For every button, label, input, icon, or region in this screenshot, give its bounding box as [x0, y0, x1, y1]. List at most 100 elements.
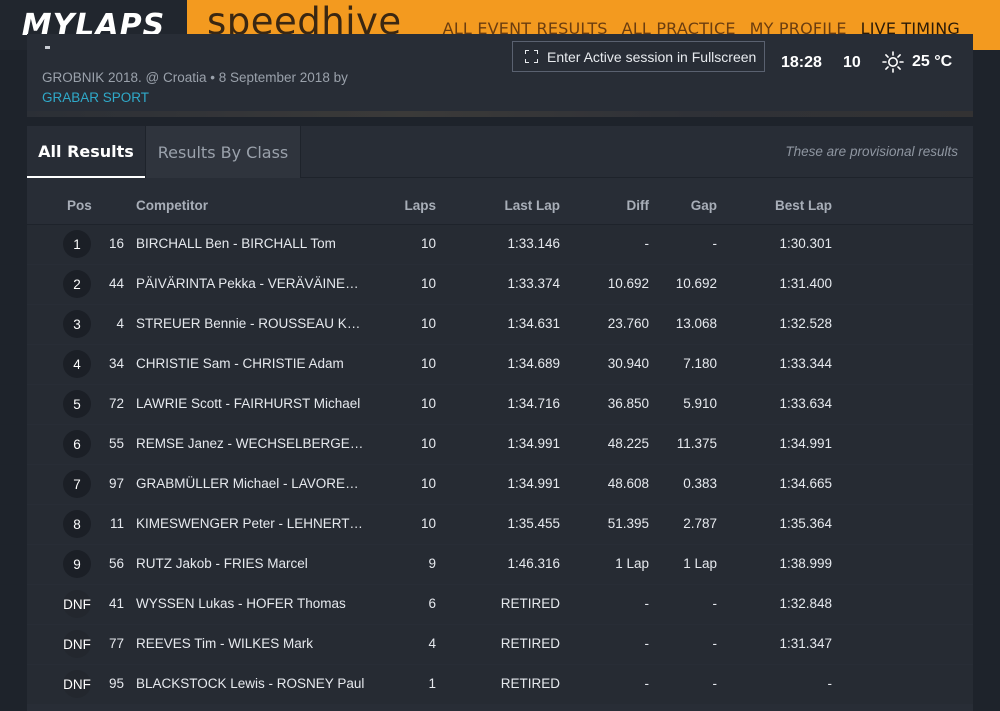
- fullscreen-label: Enter Active session in Fullscreen: [547, 48, 757, 65]
- diff-cell: 48.225: [607, 436, 649, 451]
- table-row[interactable]: 9 56 RUTZ Jakob - FRIES Marcel 9 1:46.316 1 L…: [27, 545, 973, 584]
- best-lap-cell: 1:35.364: [779, 516, 832, 531]
- best-lap-cell: 1:38.999: [779, 556, 832, 571]
- best-lap-cell: 1:31.400: [779, 276, 832, 291]
- position-badge: DNF: [63, 670, 91, 698]
- table-row[interactable]: 1 16 BIRCHALL Ben - BIRCHALL Tom 10 1:33.146…: [27, 225, 973, 264]
- diff-cell: 51.395: [607, 516, 649, 531]
- col-gap[interactable]: Gap: [691, 198, 717, 213]
- tab-all-results[interactable]: All Results: [27, 126, 145, 178]
- competitor-name[interactable]: BLACKSTOCK Lewis - ROSNEY Paul: [136, 676, 366, 691]
- tab-results-by-class[interactable]: Results By Class: [145, 126, 301, 178]
- position-badge: 3: [63, 310, 91, 338]
- diff-cell: 23.760: [607, 316, 649, 331]
- table-row[interactable]: 8 11 KIMESWENGER Peter - LEHNERT Thomas 10 1…: [27, 505, 973, 544]
- best-lap-cell: -: [827, 676, 833, 691]
- last-lap-cell: RETIRED: [500, 596, 560, 611]
- diff-cell: -: [644, 236, 650, 251]
- last-lap-cell: 1:34.991: [507, 436, 560, 451]
- competitor-name[interactable]: REEVES Tim - WILKES Mark: [136, 636, 366, 651]
- last-lap-cell: 1:33.146: [507, 236, 560, 251]
- competitor-name[interactable]: KIMESWENGER Peter - LEHNERT Thomas: [136, 516, 366, 531]
- fullscreen-button[interactable]: Enter Active session in Fullscreen: [512, 41, 765, 72]
- competitor-name[interactable]: RUTZ Jakob - FRIES Marcel: [136, 556, 366, 571]
- laps-cell: 10: [420, 316, 436, 331]
- competitor-name[interactable]: CHRISTIE Sam - CHRISTIE Adam: [136, 356, 366, 371]
- laps-cell: 10: [420, 396, 436, 411]
- col-pos[interactable]: Pos: [67, 198, 92, 213]
- table-row[interactable]: 6 55 REMSE Janez - WECHSELBERGER Thomas 10 1…: [27, 425, 973, 464]
- competitor-name[interactable]: REMSE Janez - WECHSELBERGER Thomas: [136, 436, 366, 451]
- gap-cell: 2.787: [683, 516, 717, 531]
- weather: 25 °C: [882, 51, 952, 73]
- best-lap-cell: 1:32.528: [779, 316, 832, 331]
- table-row[interactable]: DNF 41 WYSSEN Lukas - HOFER Thomas 6 RETIRED…: [27, 585, 973, 624]
- col-competitor[interactable]: Competitor: [136, 198, 208, 213]
- laps-cell: 10: [420, 356, 436, 371]
- col-diff[interactable]: Diff: [627, 198, 650, 213]
- gap-cell: 10.692: [675, 276, 717, 291]
- competitor-name[interactable]: WYSSEN Lukas - HOFER Thomas: [136, 596, 366, 611]
- diff-cell: 36.850: [607, 396, 649, 411]
- position-badge: DNF: [63, 630, 91, 658]
- table-row[interactable]: DNF 77 REEVES Tim - WILKES Mark 4 RETIRED - - 1…: [27, 625, 973, 664]
- best-lap-cell: 1:34.665: [779, 476, 832, 491]
- diff-cell: -: [644, 596, 650, 611]
- competitor-name[interactable]: LAWRIE Scott - FAIRHURST Michael: [136, 396, 366, 411]
- last-lap-cell: 1:34.991: [507, 476, 560, 491]
- position-badge: 4: [63, 350, 91, 378]
- best-lap-cell: 1:31.347: [779, 636, 832, 651]
- gap-cell: -: [712, 596, 718, 611]
- table-row[interactable]: 7 97 GRABMÜLLER Michael - LAVORENT Stefan 1…: [27, 465, 973, 504]
- competitor-name[interactable]: GRABMÜLLER Michael - LAVORENT Stefan: [136, 476, 366, 491]
- table-row[interactable]: 4 34 CHRISTIE Sam - CHRISTIE Adam 10 1:34.68…: [27, 345, 973, 384]
- competitor-name[interactable]: PÄIVÄRINTA Pekka - VERÄVÄINEN Juha: [136, 276, 366, 291]
- last-lap-cell: 1:35.455: [507, 516, 560, 531]
- laps-cell: 9: [428, 556, 436, 571]
- gap-cell: 5.910: [683, 396, 717, 411]
- car-number: 16: [108, 236, 124, 251]
- organizer-link[interactable]: GRABAR SPORT: [42, 90, 149, 105]
- table-row[interactable]: 2 44 PÄIVÄRINTA Pekka - VERÄVÄINEN Juha 10 1…: [27, 265, 973, 304]
- diff-cell: 30.940: [607, 356, 649, 371]
- position-badge: DNF: [63, 590, 91, 618]
- gap-cell: 13.068: [675, 316, 717, 331]
- table-row[interactable]: DNF 95 BLACKSTOCK Lewis - ROSNEY Paul 1 RETI…: [27, 665, 973, 704]
- car-number: 11: [109, 516, 124, 531]
- event-meta: GROBNIK 2018. @ Croatia • 8 September 20…: [42, 70, 348, 85]
- competitor-name[interactable]: BIRCHALL Ben - BIRCHALL Tom: [136, 236, 366, 251]
- car-number: 41: [108, 596, 124, 611]
- last-lap-cell: RETIRED: [500, 676, 560, 691]
- diff-cell: -: [644, 676, 650, 691]
- laps-cell: 6: [428, 596, 436, 611]
- table-row[interactable]: 5 72 LAWRIE Scott - FAIRHURST Michael 10 1:3…: [27, 385, 973, 424]
- fullscreen-icon: [525, 50, 538, 63]
- laps-cell: 4: [428, 636, 436, 651]
- gap-cell: -: [712, 636, 718, 651]
- position-badge: 1: [63, 230, 91, 258]
- table-row[interactable]: 3 4 STREUER Bennie - ROUSSEAU Kevin 10 1:34.…: [27, 305, 973, 344]
- competitor-name[interactable]: STREUER Bennie - ROUSSEAU Kevin: [136, 316, 366, 331]
- col-last-lap[interactable]: Last Lap: [504, 198, 560, 213]
- best-lap-cell: 1:34.991: [779, 436, 832, 451]
- laps-cell: 10: [420, 476, 436, 491]
- diff-cell: 10.692: [607, 276, 649, 291]
- event-title-remnant: [45, 46, 50, 49]
- last-lap-cell: 1:33.374: [507, 276, 560, 291]
- car-number: 4: [116, 316, 124, 331]
- position-badge: 8: [63, 510, 91, 538]
- col-laps[interactable]: Laps: [404, 198, 436, 213]
- gap-cell: 0.383: [683, 476, 717, 491]
- last-lap-cell: 1:34.716: [507, 396, 560, 411]
- gap-cell: -: [712, 236, 718, 251]
- position-badge: 2: [63, 270, 91, 298]
- laps-cell: 1: [428, 676, 436, 691]
- best-lap-cell: 1:33.634: [779, 396, 832, 411]
- gap-cell: 7.180: [683, 356, 717, 371]
- car-number: 55: [108, 436, 124, 451]
- col-best-lap[interactable]: Best Lap: [775, 198, 832, 213]
- event-header: GROBNIK 2018. @ Croatia • 8 September 20…: [27, 34, 973, 117]
- last-lap-cell: 1:34.631: [507, 316, 560, 331]
- car-number: 97: [108, 476, 124, 491]
- session-clock: 18:28: [781, 54, 822, 71]
